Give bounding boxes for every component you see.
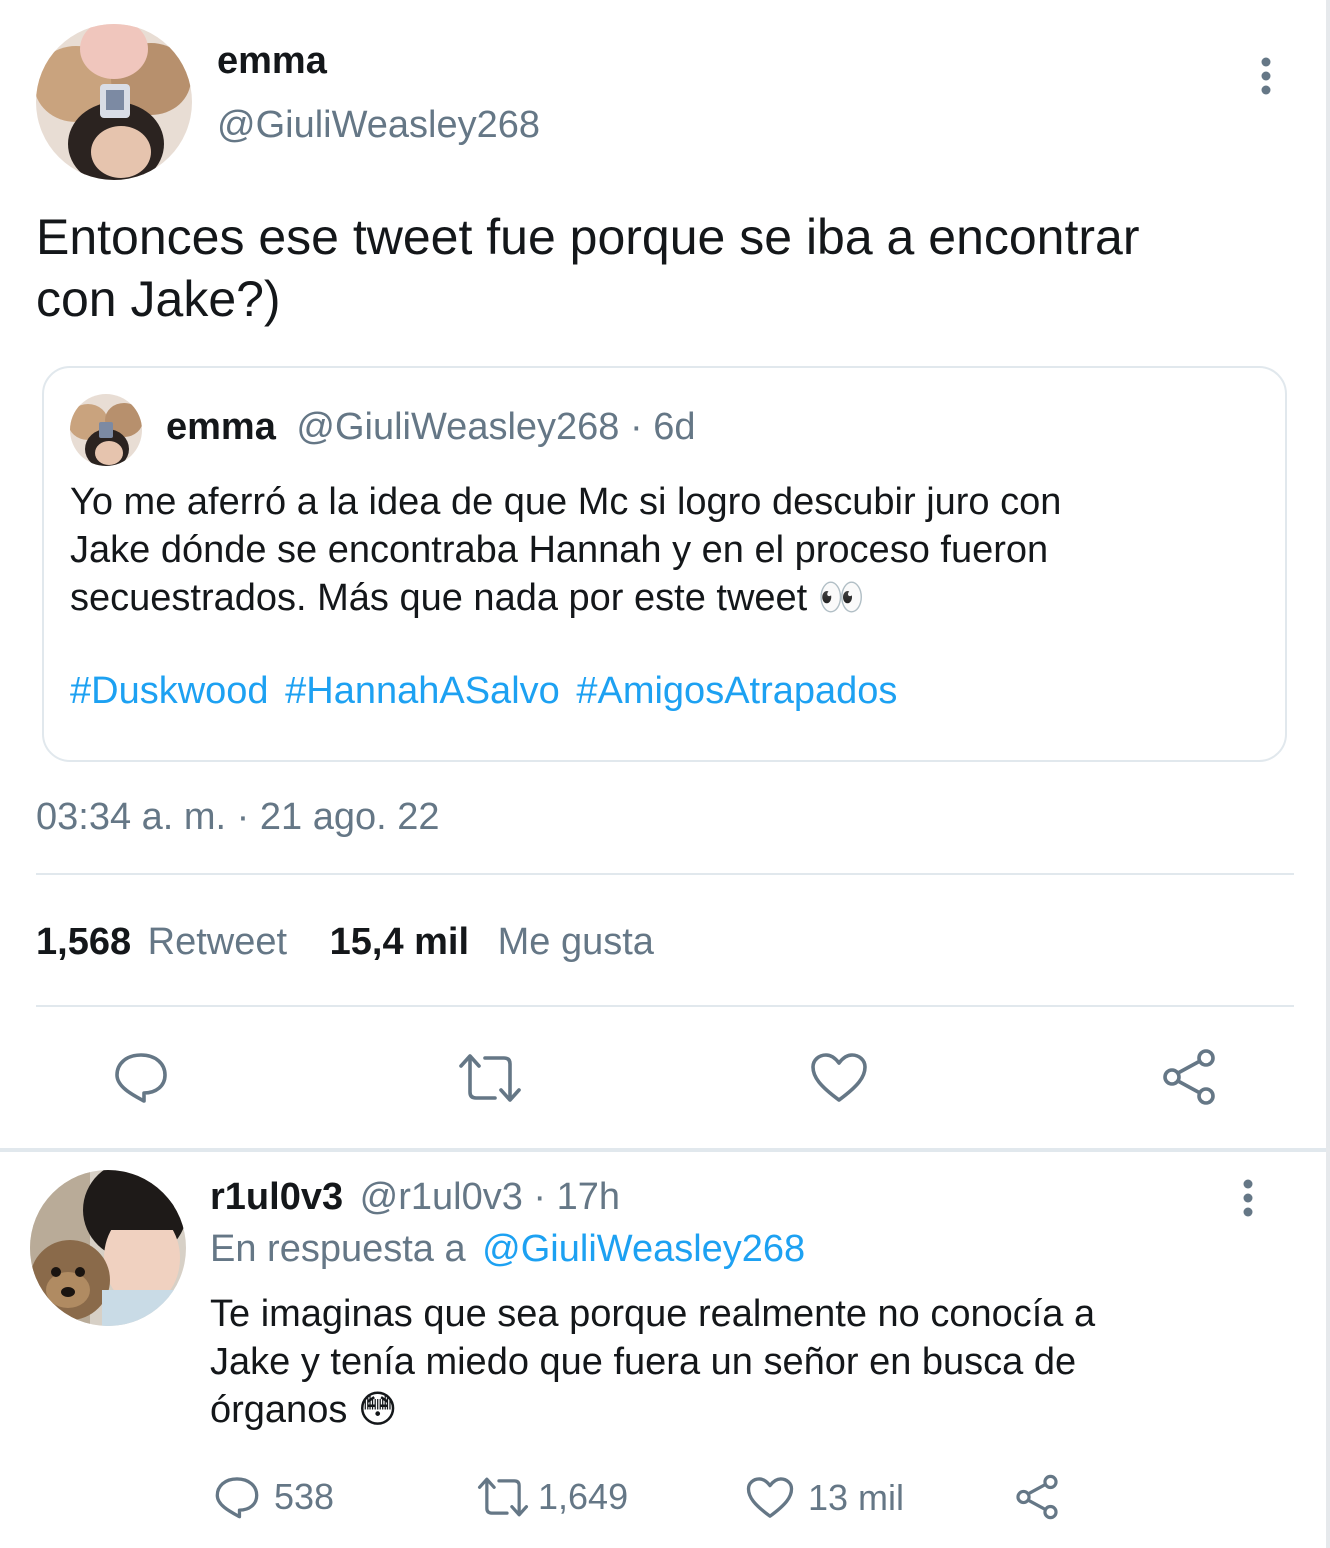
reply-display-name[interactable]: r1ul0v3: [210, 1176, 343, 1218]
section-separator: [0, 1148, 1330, 1152]
reply-likes-action[interactable]: 13 mil: [746, 1476, 904, 1520]
reply-author-avatar[interactable]: [30, 1170, 186, 1326]
quoted-tweet-card[interactable]: emma @GiuliWeasley268 · 6d Yo me aferró …: [42, 366, 1287, 762]
like-count: 15,4 mil: [329, 921, 470, 963]
author-display-name[interactable]: emma: [217, 40, 327, 83]
reply-prefix: En respuesta a: [210, 1228, 466, 1270]
tweet-timestamp[interactable]: 03:34 a. m. · 21 ago. 22: [36, 796, 440, 839]
like-label: Me gusta: [497, 921, 654, 963]
reply-text-line: órganos 😳: [210, 1389, 398, 1431]
author-handle[interactable]: @GiuliWeasley268: [217, 104, 540, 147]
quoted-text-line: secuestrados. Más que nada por este twee…: [70, 577, 866, 619]
like-icon: [746, 1477, 794, 1518]
quoted-handle-time: @GiuliWeasley268 · 6d: [296, 406, 696, 448]
more-options-icon[interactable]: [1246, 54, 1286, 98]
reply-icon[interactable]: [110, 1046, 172, 1108]
quoted-author-avatar: [70, 394, 142, 466]
retweet-icon[interactable]: [456, 1048, 524, 1108]
reply-text-line: Te imaginas que sea porque realmente no …: [210, 1293, 1096, 1335]
quoted-text-line: Yo me aferró a la idea de que Mc si logr…: [70, 481, 1062, 523]
retweet-stat[interactable]: 1,568 Retweet: [36, 921, 298, 963]
quoted-text: Yo me aferró a la idea de que Mc si logr…: [70, 478, 1061, 622]
quoted-hashtags: #Duskwood #HannahASalvo #AmigosAtrapados: [70, 670, 897, 713]
page-edge-border: [1326, 0, 1330, 1548]
like-stat[interactable]: 15,4 mil Me gusta: [330, 921, 654, 963]
share-icon[interactable]: [1158, 1046, 1220, 1108]
hashtag-link[interactable]: #AmigosAtrapados: [576, 670, 897, 712]
like-count: 13 mil: [808, 1477, 905, 1518]
reply-count: 538: [274, 1476, 335, 1517]
reply-text: Te imaginas que sea porque realmente no …: [210, 1290, 1095, 1434]
tweet-text-line: Entonces ese tweet fue porque se iba a e…: [36, 209, 1140, 265]
author-avatar[interactable]: [36, 24, 192, 180]
tweet-text-line: con Jake?): [36, 271, 281, 327]
reply-handle-time[interactable]: @r1ul0v3 · 17h: [360, 1176, 620, 1218]
hashtag-link[interactable]: #Duskwood: [70, 670, 269, 712]
reply-retweets-action[interactable]: 1,649: [476, 1476, 628, 1518]
hashtag-link[interactable]: #HannahASalvo: [285, 670, 560, 712]
reply-more-options-icon[interactable]: [1228, 1178, 1268, 1218]
reply-text-line: Jake y tenía miedo que fuera un señor en…: [210, 1341, 1077, 1383]
quoted-display-name: emma: [166, 406, 276, 448]
retweet-count: 1,568: [36, 921, 132, 963]
reply-share-icon[interactable]: [1012, 1472, 1062, 1522]
reply-context: En respuesta a @GiuliWeasley268: [210, 1228, 805, 1271]
divider: [36, 1005, 1294, 1007]
reply-header: r1ul0v3 @r1ul0v3 · 17h: [210, 1176, 620, 1219]
like-icon[interactable]: [808, 1048, 870, 1108]
retweet-label: Retweet: [147, 921, 288, 963]
reply-to-link[interactable]: @GiuliWeasley268: [482, 1228, 805, 1270]
tweet-text: Entonces ese tweet fue porque se iba a e…: [36, 206, 1296, 330]
reply-replies-action[interactable]: 538: [214, 1474, 334, 1520]
reply-icon: [215, 1477, 259, 1519]
tweet-stats: 1,568 Retweet 15,4 mil Me gusta: [36, 921, 654, 964]
retweet-icon: [477, 1477, 529, 1517]
divider: [36, 873, 1294, 875]
quoted-text-line: Jake dónde se encontraba Hannah y en el …: [70, 529, 1049, 571]
quoted-header: emma @GiuliWeasley268 · 6d: [166, 406, 695, 449]
retweet-count: 1,649: [538, 1476, 629, 1517]
